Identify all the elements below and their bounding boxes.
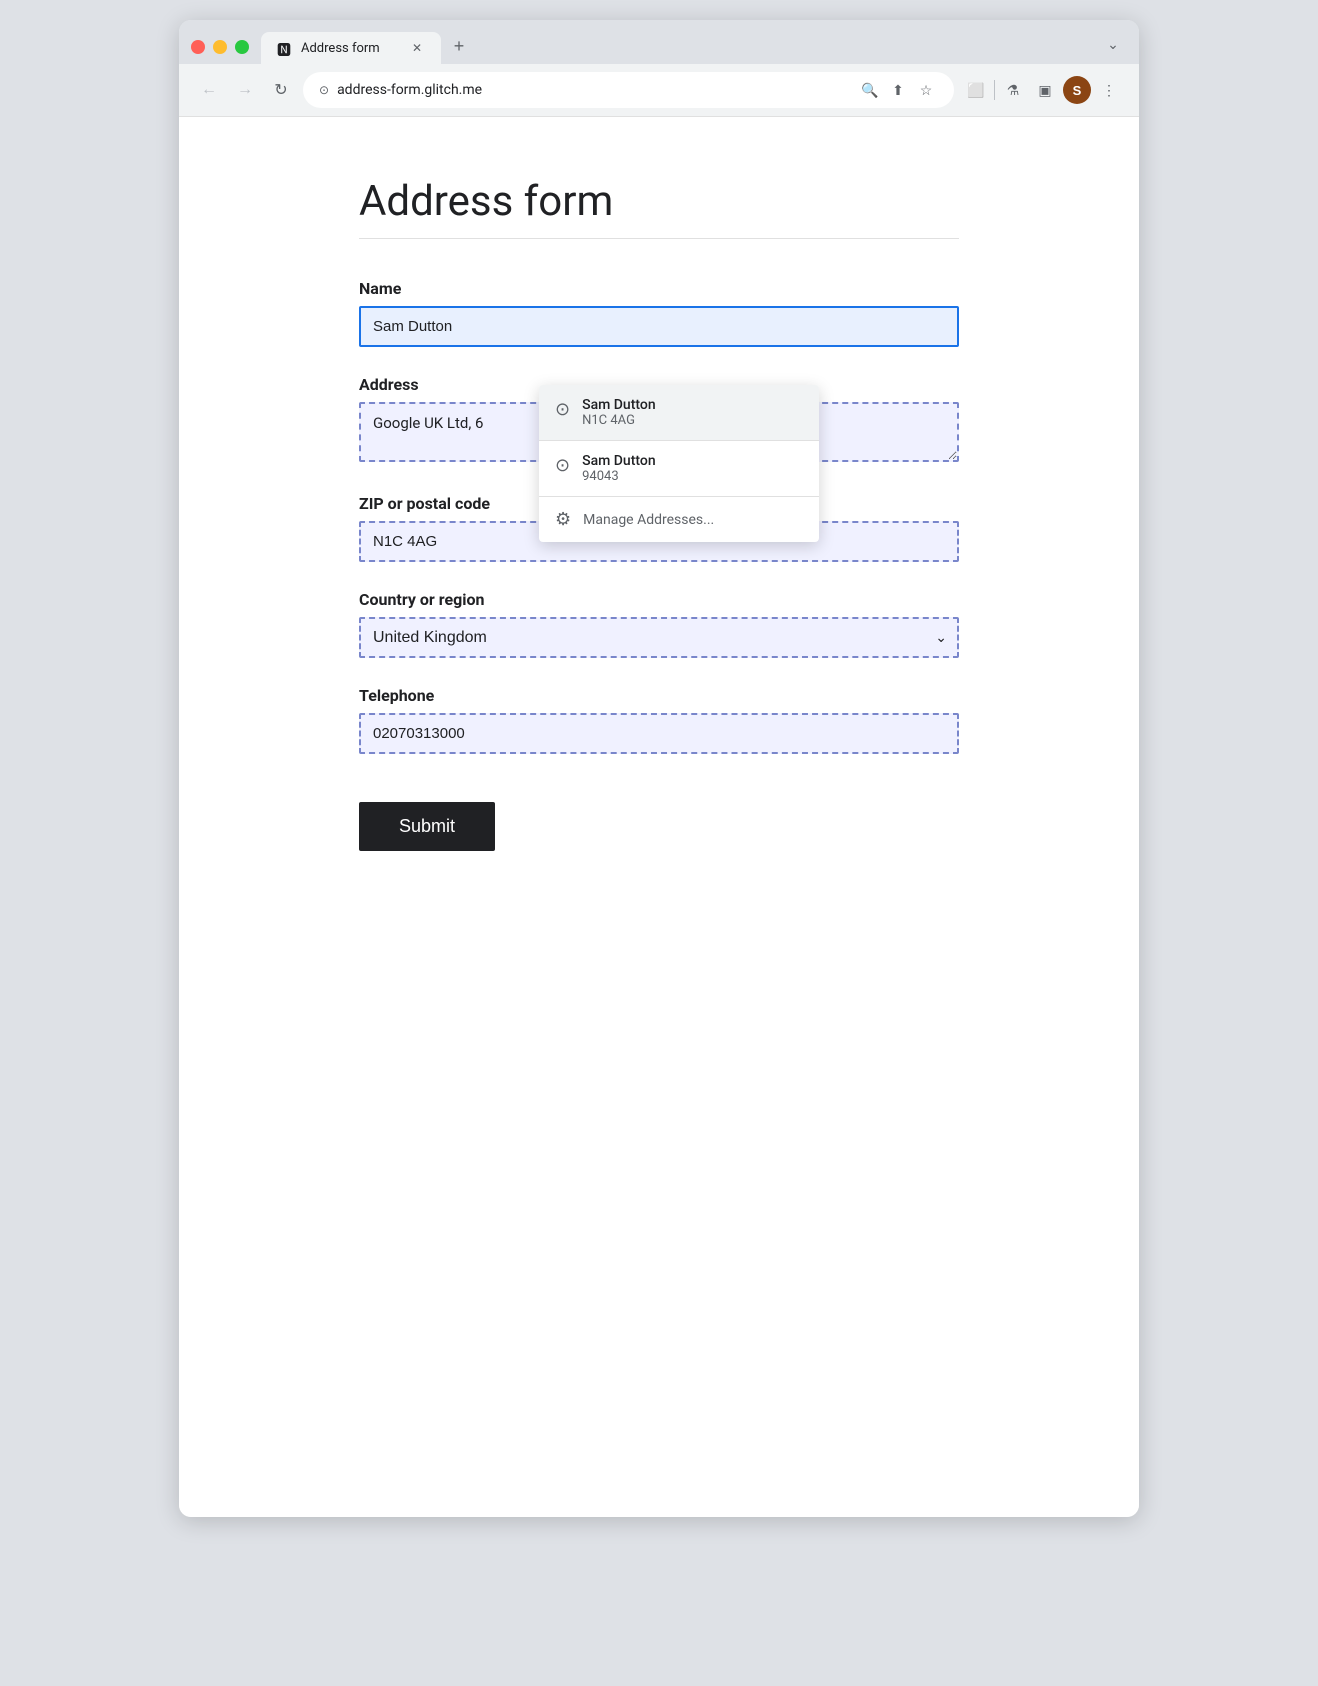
telephone-form-group: Telephone xyxy=(359,686,959,754)
manage-addresses-label: Manage Addresses... xyxy=(583,512,714,528)
name-form-group: Name xyxy=(359,279,959,347)
autocomplete-name-2: Sam Dutton xyxy=(582,453,656,469)
country-select[interactable]: United Kingdom United States Canada Aust… xyxy=(359,617,959,658)
autocomplete-name-1: Sam Dutton xyxy=(582,397,656,413)
active-tab[interactable]: 🅽 Address form ✕ xyxy=(261,32,441,64)
country-select-wrapper: United Kingdom United States Canada Aust… xyxy=(359,617,959,658)
forward-icon: → xyxy=(237,81,253,99)
tab-favicon-icon: 🅽 xyxy=(277,40,293,56)
minimize-window-button[interactable] xyxy=(213,40,227,54)
chevron-down-icon: ⌄ xyxy=(1107,36,1119,53)
country-label: Country or region xyxy=(359,590,959,609)
country-form-group: Country or region United Kingdom United … xyxy=(359,590,959,658)
omnibox[interactable]: ⊙ address-form.glitch.me 🔍 ⬆ ☆ xyxy=(303,72,954,108)
tab-bar: 🅽 Address form ✕ + ⌄ xyxy=(179,20,1139,64)
reload-icon: ↻ xyxy=(274,80,287,100)
autocomplete-text-2: Sam Dutton 94043 xyxy=(582,453,656,484)
contact-icon-2: ⊙ xyxy=(555,455,570,476)
page-content: Address form Name ⊙ Sam Dutton N1C 4AG ⊙ xyxy=(179,117,1139,1517)
lab-button[interactable]: ⚗ xyxy=(999,76,1027,104)
toolbar-divider xyxy=(994,80,995,100)
forward-button[interactable]: → xyxy=(231,76,259,104)
contact-icon-1: ⊙ xyxy=(555,399,570,420)
split-view-button[interactable]: ▣ xyxy=(1031,76,1059,104)
page-title: Address form xyxy=(359,177,959,226)
maximize-window-button[interactable] xyxy=(235,40,249,54)
telephone-input[interactable] xyxy=(359,713,959,754)
share-button[interactable]: ⬆ xyxy=(886,78,910,102)
autocomplete-sub-2: 94043 xyxy=(582,469,656,484)
name-input-wrapper xyxy=(359,306,959,347)
browser-window: 🅽 Address form ✕ + ⌄ ← → ↻ ⊙ address-for… xyxy=(179,20,1139,1517)
tab-dropdown-button[interactable]: ⌄ xyxy=(1099,30,1127,58)
autocomplete-text-1: Sam Dutton N1C 4AG xyxy=(582,397,656,428)
back-icon: ← xyxy=(201,81,217,99)
tab-close-button[interactable]: ✕ xyxy=(409,40,425,56)
bookmark-button[interactable]: ☆ xyxy=(914,78,938,102)
back-button[interactable]: ← xyxy=(195,76,223,104)
submit-label: Submit xyxy=(399,816,455,836)
omnibox-actions: 🔍 ⬆ ☆ xyxy=(858,78,938,102)
zoom-button[interactable]: 🔍 xyxy=(858,78,882,102)
telephone-label: Telephone xyxy=(359,686,959,705)
settings-icon: ⚙ xyxy=(555,509,571,530)
security-icon: ⊙ xyxy=(319,83,329,97)
address-bar: ← → ↻ ⊙ address-form.glitch.me 🔍 ⬆ ☆ ⬜ ⚗… xyxy=(179,64,1139,117)
browser-actions: ⬜ ⚗ ▣ S ⋮ xyxy=(962,76,1123,104)
tab-search-button[interactable]: ⬜ xyxy=(962,76,990,104)
tab-title: Address form xyxy=(301,41,401,56)
autocomplete-sub-1: N1C 4AG xyxy=(582,413,656,428)
name-input[interactable] xyxy=(359,306,959,347)
avatar-initial: S xyxy=(1073,83,1082,98)
close-window-button[interactable] xyxy=(191,40,205,54)
manage-addresses-item[interactable]: ⚙ Manage Addresses... xyxy=(539,497,819,542)
traffic-lights xyxy=(191,40,249,64)
url-display: address-form.glitch.me xyxy=(337,82,850,98)
autocomplete-item-2[interactable]: ⊙ Sam Dutton 94043 xyxy=(539,441,819,496)
title-divider xyxy=(359,238,959,239)
new-tab-button[interactable]: + xyxy=(445,32,473,60)
submit-button[interactable]: Submit xyxy=(359,802,495,851)
autocomplete-dropdown: ⊙ Sam Dutton N1C 4AG ⊙ Sam Dutton 94043 … xyxy=(539,385,819,542)
more-menu-button[interactable]: ⋮ xyxy=(1095,76,1123,104)
profile-button[interactable]: S xyxy=(1063,76,1091,104)
name-label: Name xyxy=(359,279,959,298)
autocomplete-item-1[interactable]: ⊙ Sam Dutton N1C 4AG xyxy=(539,385,819,440)
reload-button[interactable]: ↻ xyxy=(267,76,295,104)
